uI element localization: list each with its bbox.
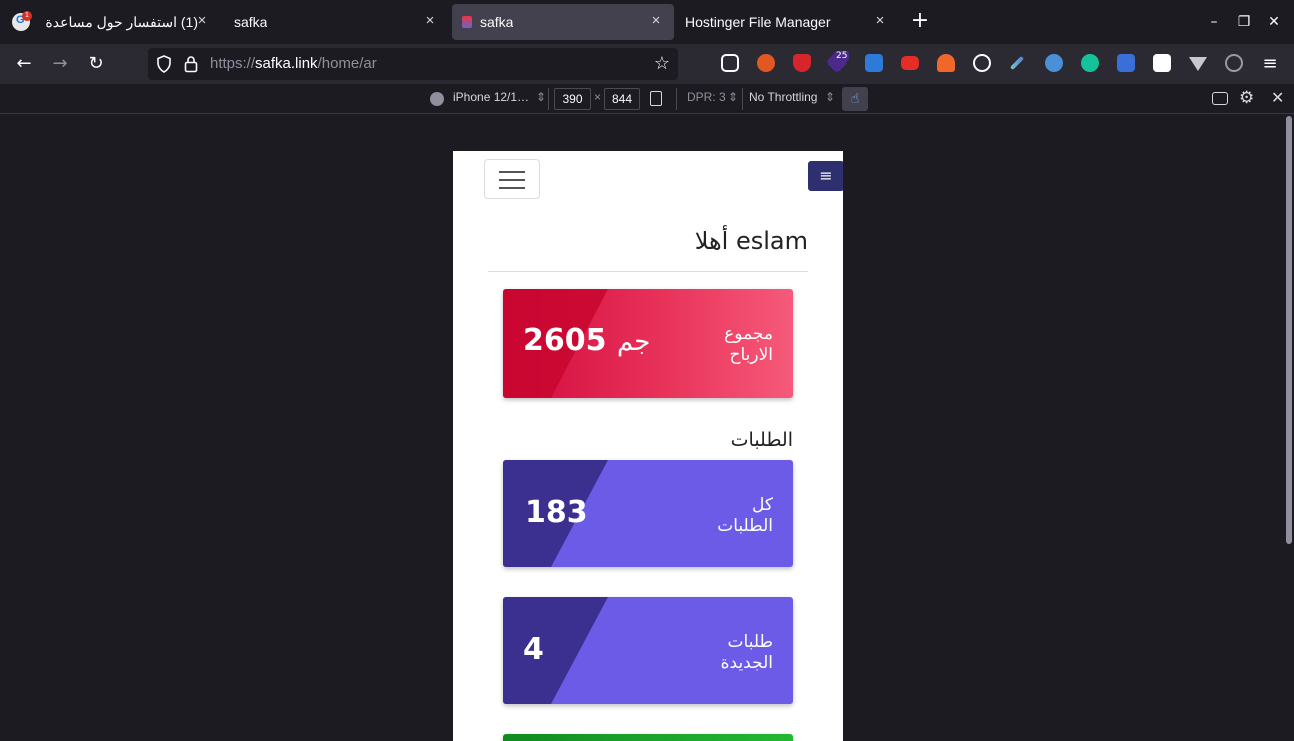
- profit-amount: 2605: [523, 323, 607, 358]
- new-orders-value: 4: [523, 632, 544, 667]
- next-stat-card[interactable]: [503, 734, 793, 741]
- tab-label: (1) استفسار حول مساعدة: [45, 14, 198, 30]
- profit-value: جم 2605: [523, 323, 650, 358]
- navigation-toolbar: ← → ↻ https://safka.link/home/ar ☆ 25 ≡: [0, 44, 1294, 84]
- viewport-width-input[interactable]: 390: [554, 88, 591, 110]
- new-orders-card[interactable]: 4 طلبات الجديدة: [503, 597, 793, 704]
- firefox-relay-icon[interactable]: [757, 54, 775, 72]
- url-scheme: https://: [210, 55, 256, 72]
- url-host: safka.link: [255, 55, 318, 72]
- toolbar-separator: [742, 88, 743, 110]
- youtube-icon[interactable]: [901, 56, 919, 70]
- greeting-heading: أهلا eslam: [694, 227, 808, 255]
- dimension-separator: ×: [594, 90, 602, 104]
- vuejs-devtools-icon[interactable]: [1189, 57, 1207, 71]
- safka-favicon-icon: [462, 16, 472, 28]
- all-orders-label: كل الطلبات: [717, 495, 773, 537]
- device-icon: [430, 92, 444, 106]
- all-orders-value: 183: [525, 495, 588, 530]
- new-orders-label: طلبات الجديدة: [721, 632, 773, 674]
- app-menu-icon[interactable]: ≡: [1258, 52, 1282, 76]
- tab-label: safka: [480, 14, 514, 30]
- close-rdm-icon[interactable]: ✕: [1271, 88, 1284, 107]
- tab-safka-1[interactable]: safka ×: [224, 4, 448, 40]
- extension-figure-icon[interactable]: [937, 54, 955, 72]
- device-dropdown-icon[interactable]: ⇕: [536, 90, 546, 104]
- toolbar-separator: [548, 88, 549, 110]
- google-translate-icon[interactable]: [1117, 54, 1135, 72]
- close-tab-icon[interactable]: ×: [872, 13, 888, 29]
- tab-inquiry[interactable]: G1 (1) استفسار حول مساعدة ×: [4, 4, 220, 40]
- label-line: كل: [752, 495, 773, 515]
- label-line: الجديدة: [720, 653, 773, 673]
- back-button[interactable]: ←: [12, 52, 36, 76]
- screenshot-icon[interactable]: [1212, 92, 1228, 105]
- close-tab-icon[interactable]: ×: [648, 13, 664, 29]
- reload-button[interactable]: ↻: [84, 52, 108, 76]
- padlock-extension-icon[interactable]: [1153, 54, 1171, 72]
- extension-circle-icon[interactable]: [1225, 54, 1243, 72]
- pocket-icon[interactable]: [721, 54, 739, 72]
- label-line: الطلبات: [717, 516, 773, 536]
- hamburger-line: [499, 179, 525, 181]
- url-path: /home/ar: [317, 55, 377, 72]
- profit-label: مجموع الارباح: [724, 324, 773, 366]
- navbar-toggler-button[interactable]: [484, 159, 540, 199]
- orders-section-title: الطلبات: [730, 429, 793, 451]
- close-tab-icon[interactable]: ×: [422, 13, 438, 29]
- currency-label: جم: [616, 327, 651, 357]
- tab-strip: G1 (1) استفسار حول مساعدة × safka × safk…: [0, 0, 1294, 44]
- url-text: https://safka.link/home/ar: [210, 55, 377, 72]
- profit-card[interactable]: جم 2605 مجموع الارباح: [503, 289, 793, 398]
- tab-label: safka: [234, 14, 268, 30]
- hamburger-line: [499, 171, 525, 173]
- restore-window-icon[interactable]: ❐: [1234, 12, 1254, 32]
- throttling-dropdown-icon[interactable]: ⇕: [825, 90, 835, 104]
- label-line: طلبات: [727, 632, 773, 652]
- tab-safka-active[interactable]: safka ×: [452, 4, 674, 40]
- tab-label: Hostinger File Manager: [685, 14, 831, 30]
- extension-plane-icon[interactable]: [1045, 54, 1063, 72]
- label-line: الارباح: [729, 345, 773, 365]
- shield-icon[interactable]: [156, 55, 172, 73]
- scrollbar-thumb[interactable]: [1286, 116, 1292, 544]
- color-picker-icon[interactable]: [1009, 55, 1025, 71]
- label-line: مجموع: [724, 324, 773, 344]
- hamburger-line: [499, 187, 525, 189]
- viewport-height-input[interactable]: 844: [604, 88, 640, 110]
- all-orders-card[interactable]: 183 كل الطلبات: [503, 460, 793, 567]
- minimize-window-icon[interactable]: –: [1204, 12, 1224, 32]
- responsive-design-toolbar: iPhone 12/1… ⇕ 390 × 844 DPR: 3 ⇕ No Thr…: [0, 84, 1294, 114]
- settings-gear-icon[interactable]: ⚙: [1239, 88, 1254, 108]
- touch-simulation-icon[interactable]: ☝: [842, 87, 868, 111]
- divider: [488, 271, 808, 272]
- sidebar-menu-button[interactable]: ≡: [808, 161, 843, 191]
- tab-hostinger[interactable]: Hostinger File Manager ×: [676, 4, 898, 40]
- forward-button[interactable]: →: [48, 52, 72, 76]
- toolbar-separator: [676, 88, 677, 110]
- url-bar[interactable]: https://safka.link/home/ar ☆: [148, 48, 678, 80]
- device-selector[interactable]: iPhone 12/1…: [453, 90, 529, 104]
- throttling-selector[interactable]: No Throttling: [749, 90, 817, 104]
- react-devtools-icon[interactable]: [973, 54, 991, 72]
- close-tab-icon[interactable]: ×: [194, 13, 210, 29]
- dpr-selector[interactable]: DPR: 3: [687, 90, 726, 104]
- lock-icon[interactable]: [184, 55, 198, 73]
- translate-window-icon[interactable]: [865, 54, 883, 72]
- close-window-icon[interactable]: ✕: [1264, 12, 1284, 32]
- grammarly-favicon-icon: G1: [12, 11, 32, 31]
- extension-badge: 25: [834, 51, 850, 61]
- mobile-page: ≡ أهلا eslam جم 2605 مجموع الارباح الطلبا…: [453, 151, 843, 741]
- ublock-icon[interactable]: [793, 54, 811, 72]
- dpr-dropdown-icon[interactable]: ⇕: [728, 90, 738, 104]
- new-tab-button[interactable]: +: [908, 10, 932, 34]
- grammarly-icon[interactable]: [1081, 54, 1099, 72]
- viewport-scrollbar[interactable]: [1284, 114, 1294, 741]
- rotate-viewport-icon[interactable]: [650, 91, 662, 106]
- menu-icon: ≡: [819, 166, 833, 185]
- bookmark-star-icon[interactable]: ☆: [654, 53, 670, 74]
